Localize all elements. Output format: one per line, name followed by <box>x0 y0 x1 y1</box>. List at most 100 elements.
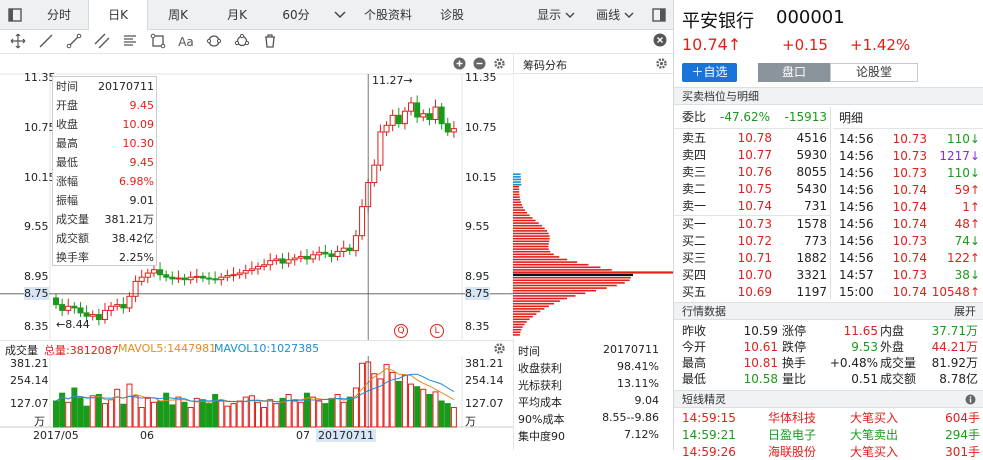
level-label: 买一 <box>682 216 706 233</box>
ask-row[interactable]: 卖五 10.78 4516 <box>674 130 831 147</box>
trade-volume: 122↑ <box>947 250 980 267</box>
level-price: 10.76 <box>732 164 772 181</box>
tab-monthly-k[interactable]: 月K <box>208 0 266 30</box>
chip-bar-blue <box>513 184 521 186</box>
rectangle-icon <box>150 33 166 49</box>
tab-stock-profile[interactable]: 个股资料 <box>356 0 420 30</box>
tab-daily-k[interactable]: 日K <box>88 0 148 31</box>
sprite-n: 海联股份 <box>768 444 816 460</box>
tab-diagnosis[interactable]: 诊股 <box>424 0 480 30</box>
price-tick-right: 9.55 <box>465 220 490 233</box>
node-tool[interactable] <box>233 33 251 51</box>
tab-intraday[interactable]: 分时 <box>30 0 88 30</box>
trade-price: 10.73 <box>885 148 927 165</box>
candle <box>145 269 150 283</box>
info-icon[interactable] <box>965 394 976 405</box>
stats-title-label: 行情数据 <box>682 305 726 318</box>
chip-info-value: 8.55--9.86 <box>602 411 659 424</box>
bid-row[interactable]: 买四 10.70 3321 <box>674 267 831 284</box>
chevron-down-icon <box>624 12 634 19</box>
ask-row[interactable]: 卖四 10.77 5930 <box>674 147 831 164</box>
chip-bar-red <box>513 217 532 219</box>
plus-circle-icon <box>453 57 466 70</box>
stat-value: 0.51 <box>851 371 878 387</box>
volume-chart[interactable]: 成交量 总量:3812087 MAVOL5:1447981 MAVOL10:10… <box>0 340 513 450</box>
tooltip-key: 最低 <box>56 153 78 172</box>
move-tool[interactable] <box>9 33 27 51</box>
trade-time: 14:56 <box>839 182 874 199</box>
display-dropdown[interactable]: 显示 <box>532 0 580 30</box>
marker-l[interactable]: L <box>430 324 444 338</box>
volume-bar <box>188 408 193 428</box>
stock-name: 平安银行 <box>682 7 754 33</box>
zoom-out-button[interactable] <box>473 57 486 73</box>
ask-row[interactable]: 卖二 10.75 5430 <box>674 181 831 198</box>
fib-tool[interactable] <box>121 33 139 51</box>
delete-drawing-button[interactable] <box>261 33 279 51</box>
tab-60min[interactable]: 60分 <box>266 0 326 30</box>
ask-row[interactable]: 卖一 10.74 731 <box>674 198 831 215</box>
marker-q[interactable]: Q <box>394 324 408 338</box>
cycle-tool[interactable] <box>205 33 223 51</box>
bid-row[interactable]: 买三 10.71 1882 <box>674 250 831 267</box>
sprite-row[interactable]: 14:59:15 华体科技 大笔买入 604手 <box>674 410 983 426</box>
chip-average-cost-bar <box>513 274 633 276</box>
tooltip-row: 涨幅 6.98% <box>53 172 158 191</box>
add-watchlist-button[interactable]: ＋自选 <box>682 63 737 82</box>
segment-tool[interactable] <box>65 33 83 51</box>
chip-bar-red <box>513 295 576 297</box>
volume-bar <box>194 398 199 427</box>
volume-bar <box>439 401 444 427</box>
chip-bar-red <box>513 209 525 211</box>
trade-volume: 48↑ <box>955 216 980 233</box>
close-circle-icon <box>653 33 667 47</box>
chip-bar-red <box>513 321 527 323</box>
text-tool[interactable]: Aa <box>177 33 195 51</box>
trade-price: 10.74 <box>885 199 927 216</box>
rect-tool[interactable] <box>149 33 167 51</box>
date-label-jul: 07 <box>296 429 310 442</box>
price-tick-right: 10.15 <box>465 171 497 184</box>
trade-row: 14:56 10.74 122↑ <box>833 250 983 267</box>
tab-pankou[interactable]: 盘口 <box>758 63 830 82</box>
tab-forum[interactable]: 论股堂 <box>830 63 918 82</box>
tooltip-row: 成交量 381.21万 <box>53 210 158 229</box>
stats-expand-button[interactable]: 展开 <box>954 303 976 321</box>
line-tool[interactable] <box>37 33 55 51</box>
sprite-row[interactable]: 14:59:21 日盈电子 大笔卖出 294手 <box>674 427 983 443</box>
bid-row[interactable]: 买一 10.73 1578 <box>674 216 831 233</box>
volume-bar <box>237 401 242 427</box>
candle <box>390 110 395 132</box>
level-label: 买五 <box>682 284 706 301</box>
candle <box>292 254 297 266</box>
tab-weekly-k[interactable]: 周K <box>148 0 208 30</box>
cycle-icon <box>206 33 222 49</box>
main-chart-settings-button[interactable] <box>493 57 506 73</box>
candle <box>188 271 193 283</box>
volume-bar <box>268 400 273 427</box>
close-toolbar-button[interactable] <box>651 33 669 51</box>
chip-info-value: 98.41% <box>617 360 659 373</box>
price-tick-left: 10.15 <box>24 171 56 184</box>
panel-toggle[interactable] <box>646 0 672 30</box>
parallel-tool[interactable] <box>93 33 111 51</box>
bid-row[interactable]: 买五 10.69 1197 <box>674 284 831 301</box>
candle <box>72 302 77 314</box>
bid-row[interactable]: 买二 10.72 773 <box>674 233 831 250</box>
volume-bar <box>274 404 279 427</box>
zoom-in-button[interactable] <box>453 57 466 73</box>
candle <box>158 262 163 280</box>
level-volume: 773 <box>804 233 827 250</box>
sprite-t: 14:59:15 <box>682 410 736 426</box>
tooltip-value: 10.09 <box>123 115 155 134</box>
sprite-row[interactable]: 14:59:26 海联股份 大笔买入 301手 <box>674 444 983 460</box>
stats-row: 昨收 10.59 涨停 11.65 内盘 37.71万 <box>674 323 983 339</box>
tab-more-dropdown[interactable] <box>330 0 350 30</box>
menu-toggle[interactable] <box>0 0 30 30</box>
ask-row[interactable]: 卖三 10.76 8055 <box>674 164 831 181</box>
trade-time: 14:57 <box>839 267 874 284</box>
trade-volume: 59↑ <box>955 182 980 199</box>
price-change: +0.15 <box>782 36 828 54</box>
trade-price: 10.73 <box>885 267 927 284</box>
drawline-dropdown[interactable]: 画线 <box>590 0 640 30</box>
